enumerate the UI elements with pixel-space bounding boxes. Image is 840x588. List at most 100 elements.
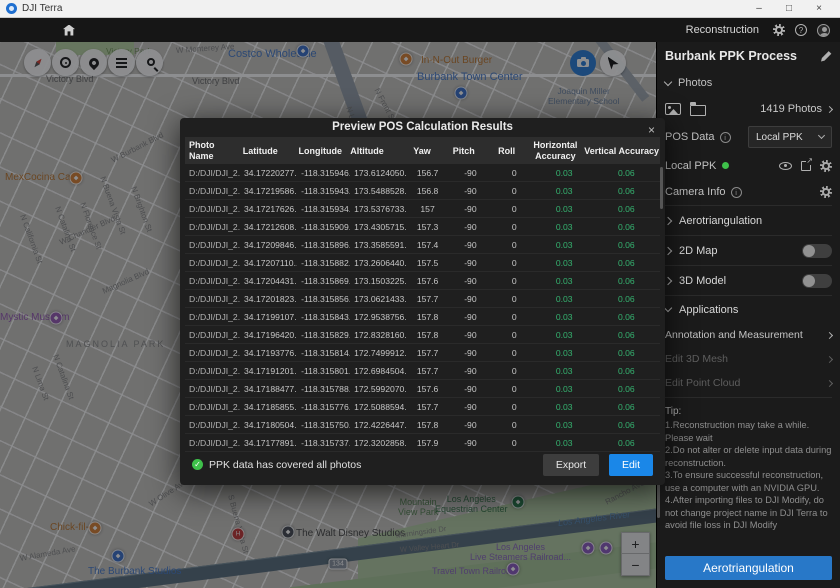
titlebar: DJI Terra – □ × <box>0 0 840 18</box>
local-ppk-label: Local PPK <box>665 160 716 172</box>
table-cell: 0.06 <box>593 402 660 412</box>
column-header: Yaw <box>402 144 442 159</box>
annotation-measurement-item[interactable]: Annotation and Measurement <box>665 323 832 347</box>
close-dialog-button[interactable]: × <box>648 123 655 137</box>
edit-project-icon[interactable] <box>821 51 832 62</box>
user-avatar[interactable] <box>817 24 830 37</box>
table-cell: 157.6 <box>407 384 448 394</box>
table-cell: 34.17199107... <box>240 312 297 322</box>
table-cell: -90 <box>448 384 493 394</box>
pos-table: Photo NameLatitudeLongitudeAltitudeYawPi… <box>185 137 660 452</box>
section-applications[interactable]: Applications <box>665 296 832 323</box>
table-row[interactable]: D:/DJI/DJI_2...34.17201823...-118.315856… <box>185 290 660 308</box>
table-row[interactable]: D:/DJI/DJI_2...34.17185855...-118.315776… <box>185 398 660 416</box>
table-cell: 0.03 <box>536 258 593 268</box>
edit-3d-mesh-item[interactable]: Edit 3D Mesh <box>665 347 832 371</box>
table-cell: 157.8 <box>407 420 448 430</box>
table-row[interactable]: D:/DJI/DJI_2...34.17212608...-118.315909… <box>185 218 660 236</box>
2d-map-toggle[interactable] <box>802 244 832 258</box>
project-title: Burbank PPK Process <box>665 49 797 63</box>
help-icon[interactable]: ? <box>795 24 807 36</box>
table-row[interactable]: D:/DJI/DJI_2...34.17177891...-118.315737… <box>185 434 660 452</box>
export-icon[interactable] <box>801 161 811 171</box>
table-row[interactable]: D:/DJI/DJI_2...34.17220277...-118.315946… <box>185 164 660 182</box>
edit-point-cloud-item[interactable]: Edit Point Cloud <box>665 371 832 395</box>
table-scrollbar[interactable] <box>660 167 663 209</box>
table-cell: -90 <box>448 438 493 448</box>
table-row[interactable]: D:/DJI/DJI_2...34.17191201...-118.315801… <box>185 362 660 380</box>
table-cell: D:/DJI/DJI_2... <box>185 276 240 286</box>
photos-count[interactable]: 1419 Photos <box>760 103 832 115</box>
section-aerotriangulation[interactable]: Aerotriangulation <box>665 206 832 236</box>
table-row[interactable]: D:/DJI/DJI_2...34.17196420...-118.315829… <box>185 326 660 344</box>
table-cell: 34.17193776... <box>240 348 297 358</box>
table-cell: -90 <box>448 402 493 412</box>
table-cell: -118.315943... <box>297 186 350 196</box>
aerotriangulation-button[interactable]: Aerotriangulation <box>665 556 832 580</box>
eye-icon[interactable] <box>779 162 792 170</box>
table-row[interactable]: D:/DJI/DJI_2...34.17193776...-118.315814… <box>185 344 660 362</box>
column-header: Pitch <box>442 144 486 159</box>
table-cell: -90 <box>448 168 493 178</box>
table-row[interactable]: D:/DJI/DJI_2...34.17199107...-118.315843… <box>185 308 660 326</box>
table-cell: 0.06 <box>593 384 660 394</box>
close-window-button[interactable]: × <box>804 0 834 17</box>
chevron-down-icon <box>818 132 825 139</box>
gear-icon[interactable] <box>820 160 832 172</box>
table-row[interactable]: D:/DJI/DJI_2...34.17204431...-118.315869… <box>185 272 660 290</box>
table-cell: -118.315934... <box>297 204 350 214</box>
ppk-status-text: PPK data has covered all photos <box>209 459 361 471</box>
section-3d-model[interactable]: 3D Model <box>665 266 832 296</box>
table-cell: 156.7 <box>407 168 448 178</box>
tip-panel: Tip: 1.Reconstruction may take a while. … <box>665 397 832 556</box>
chevron-down-icon <box>664 77 672 85</box>
table-cell: 172.4226447... <box>350 420 407 430</box>
table-cell: 0 <box>493 402 536 412</box>
table-cell: 0 <box>493 384 536 394</box>
minimize-button[interactable]: – <box>744 0 774 17</box>
info-icon[interactable]: i <box>720 132 731 143</box>
photos-section-header[interactable]: Photos <box>665 70 832 96</box>
table-cell: 0.03 <box>536 186 593 196</box>
info-icon[interactable]: i <box>731 187 742 198</box>
table-cell: 0 <box>493 240 536 250</box>
table-cell: 34.17220277... <box>240 168 297 178</box>
app-title: DJI Terra <box>22 3 62 14</box>
table-row[interactable]: D:/DJI/DJI_2...34.17180504...-118.315750… <box>185 416 660 434</box>
home-button[interactable] <box>56 20 82 40</box>
section-2d-map[interactable]: 2D Map <box>665 236 832 266</box>
table-row[interactable]: D:/DJI/DJI_2...34.17217626...-118.315934… <box>185 200 660 218</box>
tip-line: 3.To ensure successful reconstruction, u… <box>665 469 832 494</box>
top-toolbar: Reconstruction ? <box>0 18 840 42</box>
table-cell: 157.7 <box>407 402 448 412</box>
table-body: D:/DJI/DJI_2...34.17220277...-118.315946… <box>185 164 660 452</box>
table-row[interactable]: D:/DJI/DJI_2...34.17188477...-118.315788… <box>185 380 660 398</box>
table-cell: 173.2606440... <box>350 258 407 268</box>
edit-button[interactable]: Edit <box>609 454 653 476</box>
edit-mesh-label: Edit 3D Mesh <box>665 353 728 365</box>
gear-icon[interactable] <box>820 186 832 198</box>
export-button[interactable]: Export <box>543 454 599 476</box>
maximize-button[interactable]: □ <box>774 0 804 17</box>
applications-label: Applications <box>679 304 738 316</box>
table-cell: -118.315843... <box>297 312 350 322</box>
table-cell: 0.06 <box>593 168 660 178</box>
table-cell: -118.315856... <box>297 294 350 304</box>
table-cell: D:/DJI/DJI_2... <box>185 312 240 322</box>
settings-gear-icon[interactable] <box>773 24 785 36</box>
pos-data-dropdown[interactable]: Local PPK <box>748 126 832 148</box>
folder-icon[interactable] <box>690 105 706 116</box>
pos-data-value: Local PPK <box>756 132 803 143</box>
table-cell: 0 <box>493 186 536 196</box>
3d-model-toggle[interactable] <box>802 274 832 288</box>
table-cell: -118.315750... <box>297 420 350 430</box>
table-cell: 0.06 <box>593 186 660 196</box>
table-cell: 0.03 <box>536 222 593 232</box>
tip-title: Tip: <box>665 406 832 417</box>
table-row[interactable]: D:/DJI/DJI_2...34.17207110...-118.315882… <box>185 254 660 272</box>
table-row[interactable]: D:/DJI/DJI_2...34.17219586...-118.315943… <box>185 182 660 200</box>
ppk-ready-dot <box>722 162 729 169</box>
image-icon[interactable] <box>665 103 681 115</box>
table-row[interactable]: D:/DJI/DJI_2...34.17209846...-118.315896… <box>185 236 660 254</box>
table-cell: 34.17204431... <box>240 276 297 286</box>
